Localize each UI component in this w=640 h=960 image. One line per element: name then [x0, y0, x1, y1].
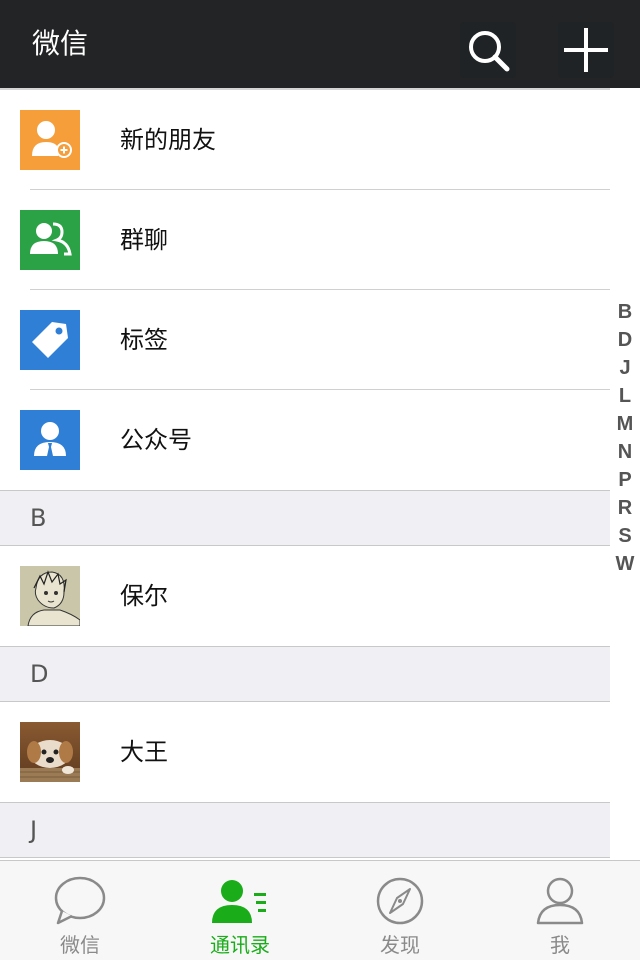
compass-icon	[376, 877, 424, 925]
tab-me[interactable]: 我	[480, 861, 640, 960]
contact-list[interactable]: 新的朋友 群聊 标签 公众号 B 保尔 D 大王 J	[0, 90, 610, 858]
index-letter[interactable]: W	[612, 550, 638, 578]
section-letter: J	[30, 816, 38, 844]
list-item-new-friends[interactable]: 新的朋友	[0, 90, 610, 190]
contact-name: 大王	[120, 738, 168, 766]
search-button[interactable]	[460, 22, 516, 78]
contact-name: 保尔	[120, 582, 168, 610]
puppy-photo-avatar	[20, 722, 80, 782]
app-title: 微信	[32, 27, 89, 60]
section-header-b: B	[0, 490, 610, 546]
index-letter[interactable]: L	[612, 382, 638, 410]
list-item-group-chat[interactable]: 群聊	[0, 190, 610, 290]
tab-label: 发现	[380, 933, 420, 957]
index-letter[interactable]: M	[612, 410, 638, 438]
list-item-label: 群聊	[120, 226, 168, 254]
contact-row[interactable]: 保尔	[0, 546, 610, 646]
section-header-j: J	[0, 802, 610, 858]
index-letter[interactable]: P	[612, 466, 638, 494]
alphabet-index[interactable]: B D J L M N P R S W	[612, 298, 638, 578]
index-letter[interactable]: D	[612, 326, 638, 354]
plus-icon	[564, 28, 608, 72]
tab-contacts[interactable]: 通讯录	[160, 861, 320, 960]
tab-label: 微信	[60, 933, 100, 957]
new-friend-icon	[20, 110, 80, 170]
index-letter[interactable]: J	[612, 354, 638, 382]
tab-label: 我	[550, 933, 570, 957]
list-item-label: 新的朋友	[120, 126, 216, 154]
search-icon	[469, 31, 510, 72]
section-header-d: D	[0, 646, 610, 702]
list-item-official-accounts[interactable]: 公众号	[0, 390, 610, 490]
tab-discover[interactable]: 发现	[320, 861, 480, 960]
tag-icon	[20, 310, 80, 370]
navigation-header: 微信	[0, 0, 640, 88]
group-chat-icon	[20, 210, 80, 270]
contact-row[interactable]: 大王	[0, 702, 610, 802]
add-button[interactable]	[558, 22, 614, 78]
me-person-icon	[536, 877, 584, 925]
section-letter: D	[30, 660, 49, 688]
contacts-icon	[212, 880, 266, 923]
chat-bubble-icon	[54, 876, 106, 925]
list-item-label: 公众号	[120, 426, 192, 454]
index-letter[interactable]: R	[612, 494, 638, 522]
official-account-icon	[20, 410, 80, 470]
index-letter[interactable]: N	[612, 438, 638, 466]
section-letter: B	[30, 504, 47, 532]
index-letter[interactable]: B	[612, 298, 638, 326]
list-item-label: 标签	[120, 326, 168, 354]
tab-chats[interactable]: 微信	[0, 861, 160, 960]
list-item-tags[interactable]: 标签	[0, 290, 610, 390]
tab-bar: 微信 通讯录 发现 我	[0, 860, 640, 960]
index-letter[interactable]: S	[612, 522, 638, 550]
tab-label: 通讯录	[210, 933, 270, 957]
anime-sketch-avatar	[20, 566, 80, 626]
